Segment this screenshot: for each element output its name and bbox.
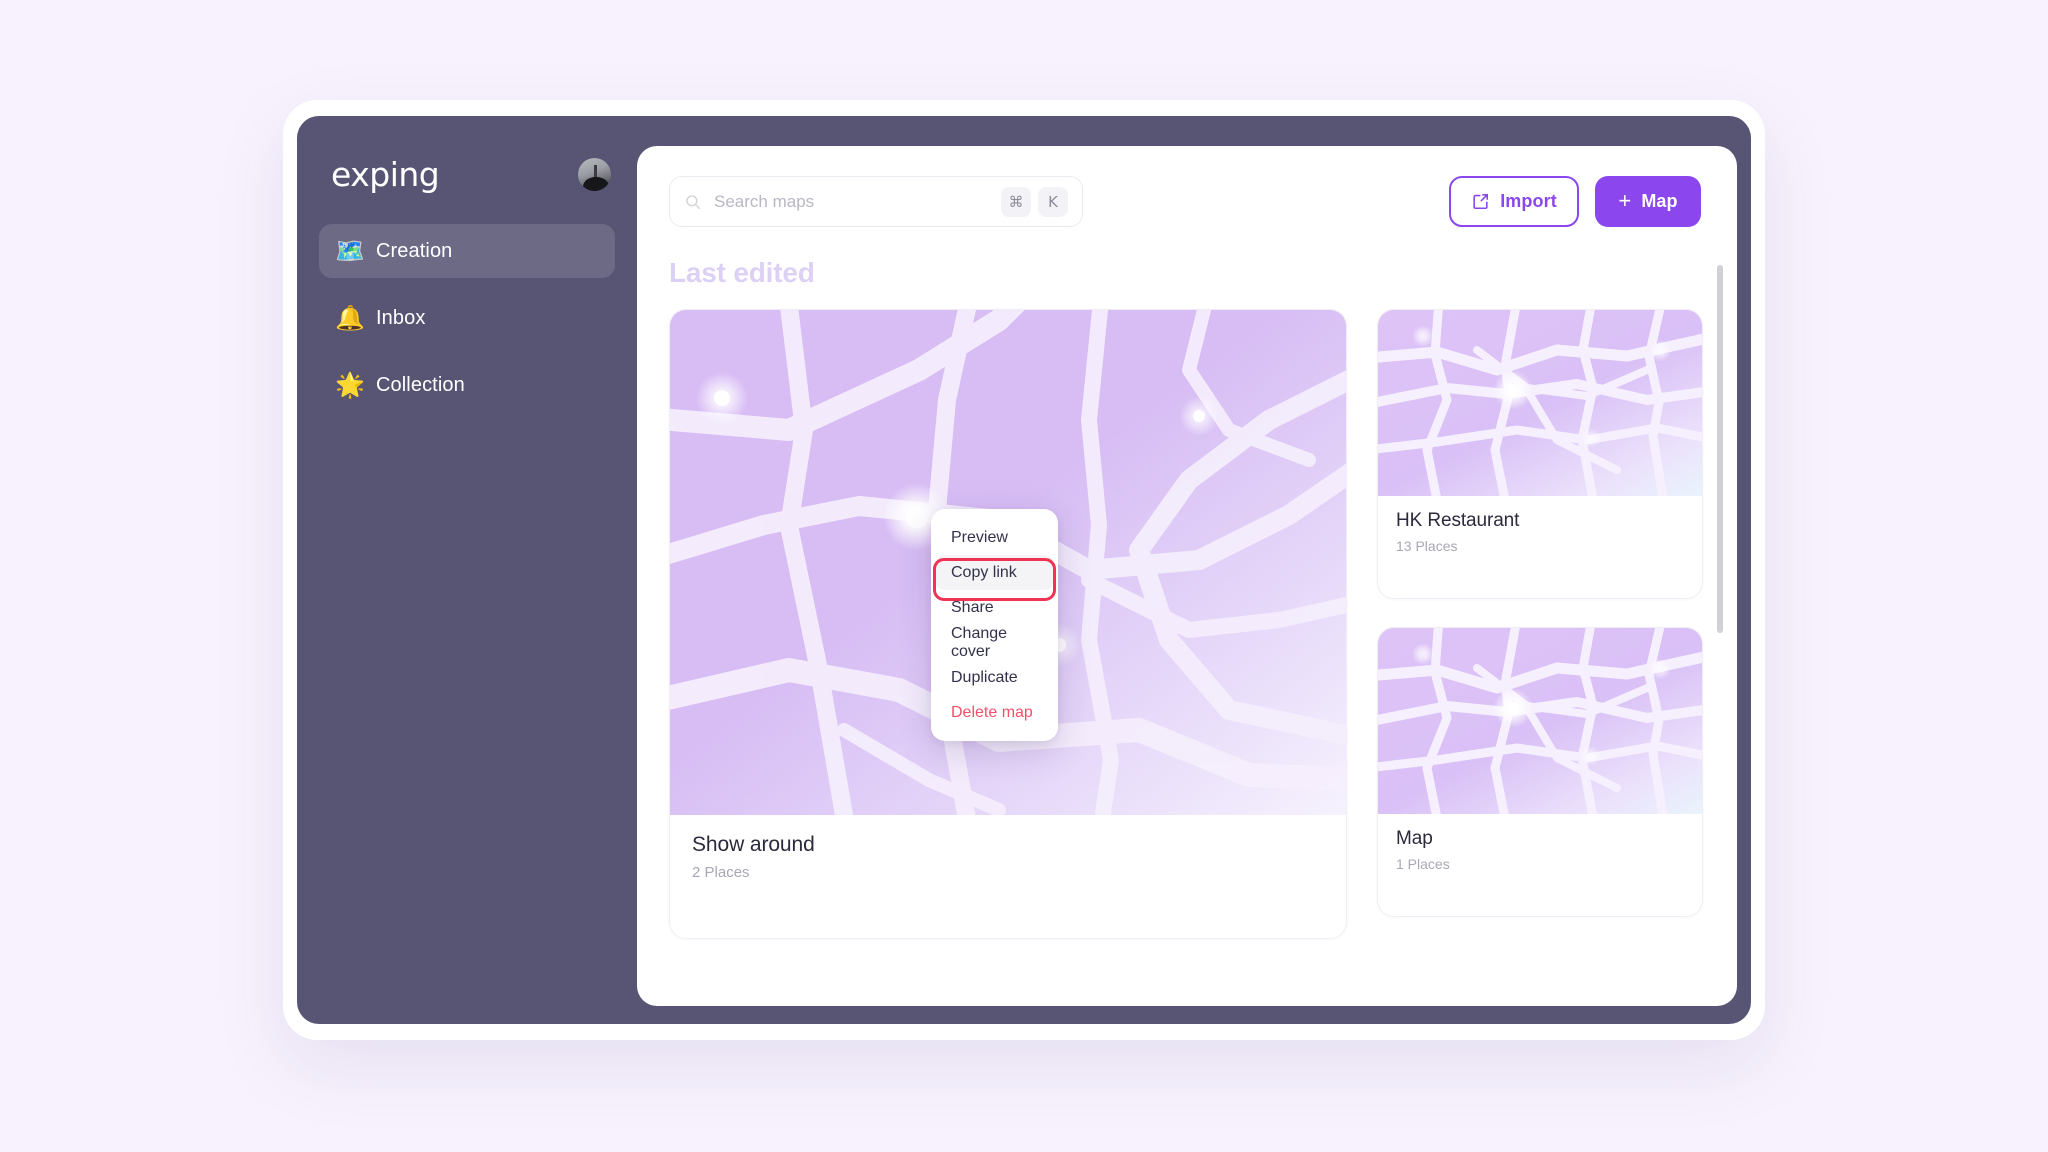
map-thumbnail (1378, 310, 1702, 496)
map-card-map[interactable]: Map 1 Places (1377, 627, 1703, 917)
avatar[interactable] (578, 157, 611, 191)
sidebar-item-label: Collection (376, 373, 465, 396)
main-panel: ⌘ K Import + Map (637, 146, 1737, 1006)
menu-item-label: Copy link (951, 563, 1017, 581)
maps-grid-right-column: HK Restaurant 13 Places Map 1 Places (1377, 309, 1703, 917)
abstract-map-illustration (1378, 310, 1702, 496)
sidebar-item-collection[interactable]: 🌟 Collection (319, 358, 615, 412)
search-box[interactable]: ⌘ K (669, 176, 1083, 227)
map-thumbnail (1378, 628, 1702, 814)
bell-icon: 🔔 (335, 304, 365, 332)
import-button-label: Import (1500, 191, 1557, 211)
map-card-title: Map (1396, 828, 1433, 849)
sidebar-header: exping (319, 148, 615, 200)
sidebar-nav: 🗺️ Creation 🔔 Inbox 🌟 Collection (319, 224, 615, 412)
maps-grid: Show around 2 Places HK Restaurant 13 Pl… (669, 309, 1703, 939)
new-map-button[interactable]: + Map (1595, 176, 1701, 227)
avatar-photo-foreground (582, 176, 609, 191)
new-map-button-label: Map (1641, 191, 1678, 211)
scrollbar-track[interactable] (1717, 265, 1723, 965)
menu-item-preview[interactable]: Preview (936, 520, 1053, 555)
browser-window-frame: exping 🗺️ Creation 🔔 Inbox 🌟 Collection … (283, 100, 1765, 1040)
sidebar: exping 🗺️ Creation 🔔 Inbox 🌟 Collection (297, 116, 637, 1024)
sidebar-item-inbox[interactable]: 🔔 Inbox (319, 291, 615, 345)
search-shortcut: ⌘ K (1001, 186, 1068, 217)
toolbar: ⌘ K Import + Map (637, 146, 1737, 227)
section-title: Last edited (669, 257, 815, 288)
abstract-map-illustration (1378, 628, 1702, 814)
k-key-badge: K (1038, 186, 1068, 217)
map-card-info: HK Restaurant 13 Places (1378, 496, 1702, 554)
menu-item-duplicate[interactable]: Duplicate (936, 660, 1053, 695)
app-shell: exping 🗺️ Creation 🔔 Inbox 🌟 Collection … (297, 116, 1751, 1024)
scrollbar-thumb[interactable] (1717, 265, 1723, 633)
avatar-photo-detail (593, 164, 597, 178)
map-card-info: Map 1 Places (1378, 814, 1702, 872)
map-card-places-count: 13 Places (1396, 538, 1458, 554)
map-card-places-count: 2 Places (692, 864, 750, 881)
import-button[interactable]: Import (1449, 176, 1579, 227)
toolbar-actions: Import + Map (1449, 176, 1701, 227)
menu-item-share[interactable]: Share (936, 590, 1053, 625)
menu-item-copy-link[interactable]: Copy link (936, 555, 1053, 590)
map-card-info: Show around 2 Places (670, 815, 1346, 881)
sidebar-item-creation[interactable]: 🗺️ Creation (319, 224, 615, 278)
glowing-star-icon: 🌟 (335, 371, 365, 399)
menu-item-change-cover[interactable]: Change cover (936, 625, 1053, 660)
world-map-icon: 🗺️ (335, 237, 365, 265)
content-area: Last edited Show around 2 Places HK Rest… (637, 257, 1737, 981)
menu-item-label: Duplicate (951, 668, 1018, 686)
map-card-title: Show around (692, 833, 815, 856)
map-card-hk-restaurant[interactable]: HK Restaurant 13 Places (1377, 309, 1703, 599)
import-arrow-icon (1473, 193, 1489, 210)
menu-item-label: Preview (951, 528, 1008, 546)
map-context-menu: Preview Copy link Share Change cover Dup… (931, 509, 1058, 741)
menu-item-label: Share (951, 598, 994, 616)
menu-item-delete-map[interactable]: Delete map (936, 695, 1053, 730)
menu-item-label: Change cover (951, 624, 1008, 660)
map-card-places-count: 1 Places (1396, 856, 1450, 872)
sidebar-item-label: Inbox (376, 306, 426, 329)
command-key-badge: ⌘ (1001, 186, 1031, 217)
map-card-title: HK Restaurant (1396, 510, 1520, 531)
menu-item-label: Delete map (951, 703, 1033, 721)
app-logo: exping (331, 154, 440, 194)
plus-icon: + (1618, 187, 1632, 213)
sidebar-item-label: Creation (376, 239, 453, 262)
search-icon (686, 194, 701, 209)
search-input[interactable] (702, 191, 1001, 212)
